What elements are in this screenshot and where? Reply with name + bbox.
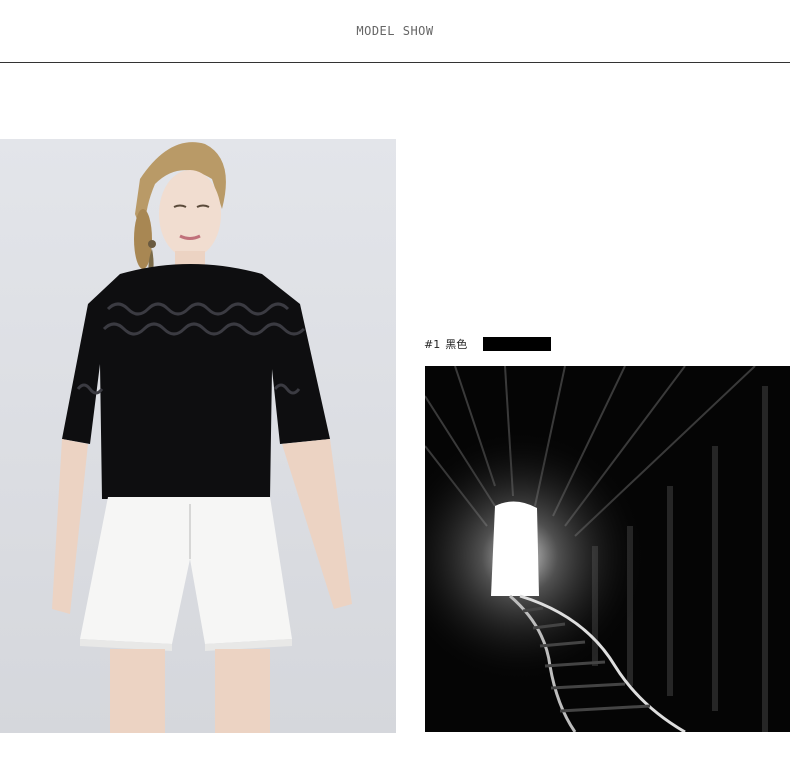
color-code: #1 <box>424 337 441 351</box>
tunnel-photo <box>425 366 790 732</box>
header-divider <box>0 62 790 63</box>
model-photo <box>0 139 396 733</box>
color-option-row[interactable]: #1 黑色 <box>424 336 552 352</box>
section-title: MODEL SHOW <box>356 24 434 38</box>
color-name: 黑色 <box>445 338 468 351</box>
color-swatch[interactable] <box>483 337 552 351</box>
